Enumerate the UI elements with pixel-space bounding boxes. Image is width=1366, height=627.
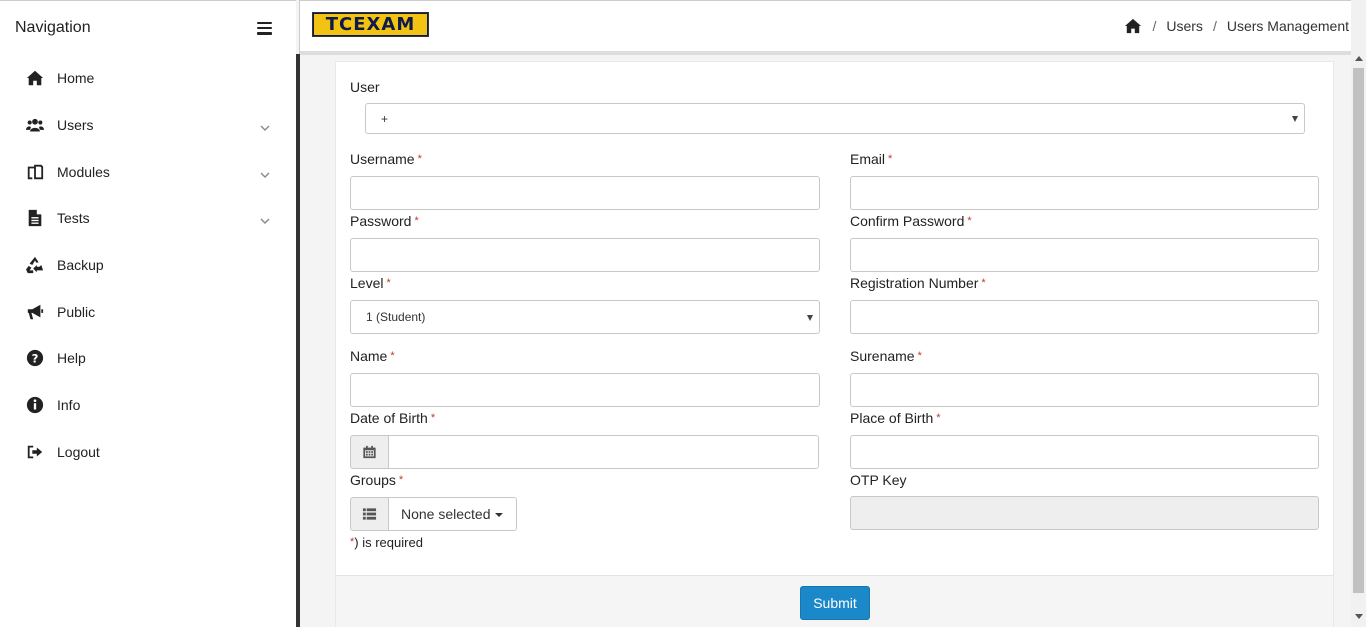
- main-content: User + Username * Email * Password * Confir…: [300, 55, 1351, 627]
- sidebar-header: Navigation: [0, 1, 296, 55]
- username-label: Username *: [350, 151, 422, 167]
- logo-text: TCEXAM: [314, 14, 427, 35]
- home-icon: [24, 69, 46, 87]
- tcexam-logo[interactable]: TCEXAM: [312, 12, 429, 37]
- confirm-password-input[interactable]: [850, 238, 1319, 272]
- sidebar-item-public[interactable]: Public: [0, 288, 296, 335]
- question-circle-icon: ?: [24, 349, 46, 367]
- calendar-icon[interactable]: [350, 435, 389, 469]
- groups-dropdown-button[interactable]: None selected: [389, 497, 517, 531]
- home-icon[interactable]: [1124, 18, 1142, 34]
- bullhorn-icon: [24, 303, 46, 321]
- scroll-down-arrow-icon[interactable]: [1355, 614, 1363, 619]
- place-of-birth-label: Place of Birth *: [850, 410, 941, 426]
- page-scrollbar[interactable]: [1351, 0, 1366, 627]
- groups-label: Groups *: [350, 472, 404, 488]
- chevron-down-icon: [260, 167, 270, 178]
- sidebar-item-label: Modules: [57, 163, 110, 180]
- registration-number-input[interactable]: [850, 300, 1319, 334]
- breadcrumb-users-management[interactable]: Users Management: [1227, 18, 1349, 34]
- sidebar-item-modules[interactable]: Modules: [0, 148, 296, 195]
- level-label: Level *: [350, 275, 391, 291]
- email-input[interactable]: [850, 176, 1319, 210]
- sidebar-item-label: Home: [57, 70, 95, 87]
- sidebar-item-help[interactable]: ? Help: [0, 335, 296, 382]
- level-select[interactable]: 1 (Student): [350, 300, 820, 334]
- caret-down-icon: [494, 513, 503, 517]
- surename-label: Surename *: [850, 348, 922, 364]
- email-label: Email *: [850, 151, 893, 167]
- sidebar-item-label: Users: [57, 117, 94, 134]
- sidebar-item-logout[interactable]: Logout: [0, 429, 296, 476]
- level-select-value: 1 (Student): [366, 310, 426, 324]
- top-header: TCEXAM / Users / Users Management: [300, 0, 1351, 51]
- otp-key-label: OTP Key: [850, 472, 907, 488]
- sidebar-item-label: Backup: [57, 257, 104, 274]
- date-of-birth-input[interactable]: [388, 435, 819, 469]
- users-icon: [24, 116, 46, 134]
- password-label: Password *: [350, 213, 419, 229]
- sidebar-item-info[interactable]: Info: [0, 382, 296, 429]
- sidebar-item-backup[interactable]: Backup: [0, 242, 296, 289]
- groups-dropdown-value: None selected: [401, 506, 491, 522]
- list-icon: [350, 497, 389, 531]
- sidebar-title: Navigation: [15, 19, 91, 36]
- scroll-up-arrow-icon[interactable]: [1355, 56, 1363, 61]
- sidebar-item-home[interactable]: Home: [0, 55, 296, 102]
- menu-toggle-icon[interactable]: [257, 21, 272, 35]
- chevron-down-icon: [260, 213, 270, 225]
- scroll-thumb[interactable]: [1353, 68, 1364, 593]
- breadcrumb-users[interactable]: Users: [1166, 18, 1203, 34]
- submit-button[interactable]: Submit: [800, 586, 870, 620]
- breadcrumb: / Users / Users Management: [1124, 18, 1349, 34]
- form-footer: Submit: [336, 575, 1333, 627]
- user-label: User: [350, 79, 380, 95]
- file-text-icon: [24, 209, 46, 227]
- otp-key-input: [850, 496, 1319, 530]
- svg-text:?: ?: [32, 352, 39, 366]
- breadcrumb-separator: /: [1152, 18, 1157, 34]
- user-select-value: +: [381, 111, 389, 126]
- user-select[interactable]: +: [365, 103, 1305, 134]
- sidebar: Navigation Home Users Modules Tests Back…: [0, 0, 296, 627]
- modules-icon: [24, 163, 46, 181]
- username-input[interactable]: [350, 176, 820, 210]
- user-form-card: User + Username * Email * Password * Confir…: [335, 61, 1334, 627]
- name-input[interactable]: [350, 373, 820, 407]
- surename-input[interactable]: [850, 373, 1319, 407]
- info-circle-icon: [24, 396, 46, 414]
- sidebar-item-tests[interactable]: Tests: [0, 195, 296, 242]
- breadcrumb-separator: /: [1212, 18, 1217, 34]
- sidebar-item-label: Help: [57, 350, 86, 367]
- recycle-icon: [24, 256, 46, 274]
- place-of-birth-input[interactable]: [850, 435, 1319, 469]
- sidebar-item-label: Logout: [57, 443, 100, 460]
- confirm-password-label: Confirm Password *: [850, 213, 972, 229]
- required-note: *) is required: [350, 535, 423, 550]
- sidebar-item-users[interactable]: Users: [0, 102, 296, 149]
- registration-number-label: Registration Number *: [850, 275, 986, 291]
- sign-out-icon: [24, 443, 46, 461]
- password-input[interactable]: [350, 238, 820, 272]
- date-of-birth-label: Date of Birth *: [350, 410, 436, 426]
- sidebar-item-label: Public: [57, 303, 96, 320]
- name-label: Name *: [350, 348, 395, 364]
- sidebar-item-label: Tests: [57, 210, 90, 227]
- chevron-down-icon: [260, 120, 270, 132]
- sidebar-item-label: Info: [57, 397, 81, 414]
